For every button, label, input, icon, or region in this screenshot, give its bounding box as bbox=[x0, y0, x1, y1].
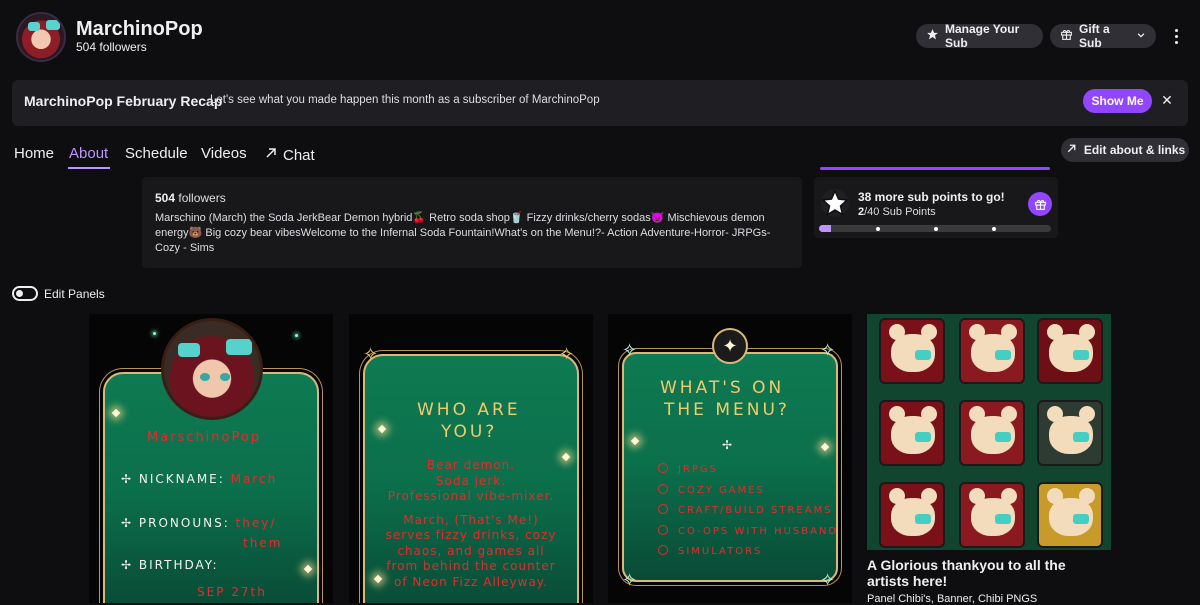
sub-points-count: 2/40 Sub Points bbox=[858, 206, 936, 218]
about-followers-count: 504 bbox=[155, 191, 176, 205]
who-line: of Neon Fizz Alleyway. bbox=[393, 574, 548, 589]
artist-emote-tile bbox=[959, 482, 1025, 548]
menu-item: COZY GAMES bbox=[658, 481, 838, 502]
star-badge-icon bbox=[820, 188, 850, 218]
about-followers: 504 followers bbox=[155, 191, 226, 205]
panel-menu[interactable]: ✦ ✧ ✧ ✧ ✧ WHAT'S ON THE MENU? ✢ JRPGS CO… bbox=[608, 314, 852, 603]
edit-panels-toggle[interactable] bbox=[12, 286, 38, 301]
sub-points-total: /40 Sub Points bbox=[864, 206, 936, 218]
artist-emote-tile bbox=[959, 400, 1025, 466]
artists-panel-title: A Glorious thankyou to all the artists h… bbox=[867, 557, 1066, 589]
tab-schedule[interactable]: Schedule bbox=[125, 145, 188, 162]
artist-emote-tile bbox=[879, 318, 945, 384]
panel-who-are-you[interactable]: ✧ ✧ WHO ARE YOU? Bear demon. Soda jerk. … bbox=[349, 314, 593, 603]
panel-who-body: Bear demon. Soda jerk. Professional vibe… bbox=[349, 458, 593, 590]
tab-about[interactable]: About bbox=[69, 145, 108, 162]
artists-panel-subtitle: Panel Chibi's, Banner, Chibi PNGS bbox=[867, 593, 1038, 605]
sparkle-icon: ✧ bbox=[622, 340, 640, 361]
tab-home[interactable]: Home bbox=[14, 145, 54, 162]
progress-marker bbox=[992, 227, 996, 231]
gift-sub-label: Gift a Sub bbox=[1079, 22, 1110, 50]
menu-item: CRAFT/BUILD STREAMS bbox=[658, 501, 838, 522]
menu-list: JRPGS COZY GAMES CRAFT/BUILD STREAMS CO-… bbox=[658, 460, 838, 563]
pronouns-value-1: they/ bbox=[235, 516, 277, 530]
artist-emote-tile bbox=[1037, 318, 1103, 384]
sparkle-icon: ✧ bbox=[363, 344, 381, 365]
sub-points-progress-fill bbox=[819, 225, 831, 232]
birthday-label: BIRTHDAY: bbox=[138, 558, 219, 572]
menu-item: CO-OPS WITH HUSBAND bbox=[658, 522, 838, 543]
external-link-icon bbox=[1065, 142, 1078, 158]
gift-sub-button[interactable]: Gift a Sub bbox=[1050, 22, 1156, 50]
channel-avatar[interactable] bbox=[16, 12, 66, 62]
chevron-down-icon bbox=[1136, 29, 1146, 43]
sparkle-icon: ✧ bbox=[622, 570, 640, 591]
sparkle-icon: ✧ bbox=[820, 570, 838, 591]
recap-title: MarchinoPop February Recap bbox=[24, 93, 223, 109]
active-tab-indicator bbox=[68, 167, 110, 169]
channel-name[interactable]: MarchinoPop bbox=[76, 18, 203, 41]
star-icon bbox=[926, 28, 939, 44]
panel-profile-name: MarschinoPop bbox=[147, 430, 262, 445]
tab-videos[interactable]: Videos bbox=[201, 145, 247, 162]
nickname-label: NICKNAME: bbox=[138, 472, 225, 486]
tab-chat[interactable]: Chat bbox=[263, 145, 315, 165]
more-icon[interactable] bbox=[1166, 24, 1186, 48]
recap-text: Let's see what you made happen this mont… bbox=[210, 94, 600, 106]
nickname-value: March bbox=[230, 472, 278, 486]
who-line: Bear demon. bbox=[426, 458, 516, 472]
progress-marker bbox=[876, 227, 880, 231]
sub-goal-top-bar bbox=[820, 167, 1050, 170]
sparkle-icon: ✦ bbox=[712, 328, 748, 364]
about-description: Marschino (March) the Soda JerkBear Demo… bbox=[155, 212, 771, 254]
who-line: from behind the counter bbox=[386, 559, 556, 573]
menu-title-line-1: WHAT'S ON bbox=[660, 378, 785, 398]
birthday-value: SEP 27th bbox=[197, 585, 267, 599]
follower-count: 504 followers bbox=[76, 40, 147, 54]
artist-emote-tile bbox=[879, 482, 945, 548]
edit-about-label: Edit about & links bbox=[1083, 143, 1186, 157]
artist-emote-grid bbox=[867, 314, 1111, 550]
who-line: chaos, and games all bbox=[397, 543, 545, 558]
panel-title-line-1: WHO ARE bbox=[417, 400, 521, 420]
edit-panels-label: Edit Panels bbox=[44, 287, 105, 301]
who-line: March, (That's Me!) bbox=[403, 512, 539, 527]
sub-points-remaining: 38 more sub points to go! bbox=[858, 190, 1005, 204]
pronouns-value-2: them bbox=[243, 536, 283, 550]
manage-sub-button[interactable]: Manage Your Sub bbox=[916, 22, 1043, 50]
sparkle-icon: ✧ bbox=[820, 340, 838, 361]
sparkle-icon: ✢ bbox=[722, 438, 735, 452]
gift-icon[interactable] bbox=[1028, 192, 1052, 216]
who-line: serves fizzy drinks, cozy bbox=[385, 528, 557, 542]
show-me-button[interactable]: Show Me bbox=[1083, 89, 1152, 113]
menu-item: SIMULATORS bbox=[658, 542, 838, 563]
artist-emote-tile bbox=[1037, 482, 1103, 548]
external-link-icon bbox=[263, 145, 279, 165]
artist-emote-tile bbox=[1037, 400, 1103, 466]
panel-avatar-image bbox=[161, 318, 263, 420]
manage-sub-label: Manage Your Sub bbox=[945, 22, 1020, 50]
about-followers-word: followers bbox=[178, 191, 226, 205]
close-icon[interactable]: ✕ bbox=[1160, 92, 1174, 110]
menu-title-line-2: THE MENU? bbox=[664, 400, 790, 420]
pronouns-label: PRONOUNS: bbox=[138, 516, 230, 530]
sparkle-icon: ✧ bbox=[559, 344, 577, 365]
panel-title-line-2: YOU? bbox=[441, 422, 498, 442]
artist-emote-tile bbox=[959, 318, 1025, 384]
tab-chat-label: Chat bbox=[283, 146, 315, 164]
edit-about-button[interactable]: Edit about & links bbox=[1061, 138, 1189, 162]
who-line: Professional vibe-mixer. bbox=[387, 489, 555, 503]
panel-profile[interactable]: MarschinoPop ✢ NICKNAME: March ✢ PRONOUN… bbox=[89, 314, 333, 603]
menu-item: JRPGS bbox=[658, 460, 838, 481]
progress-marker bbox=[934, 227, 938, 231]
artist-emote-tile bbox=[879, 400, 945, 466]
who-line: Soda jerk. bbox=[435, 473, 507, 488]
gift-icon bbox=[1060, 28, 1073, 44]
